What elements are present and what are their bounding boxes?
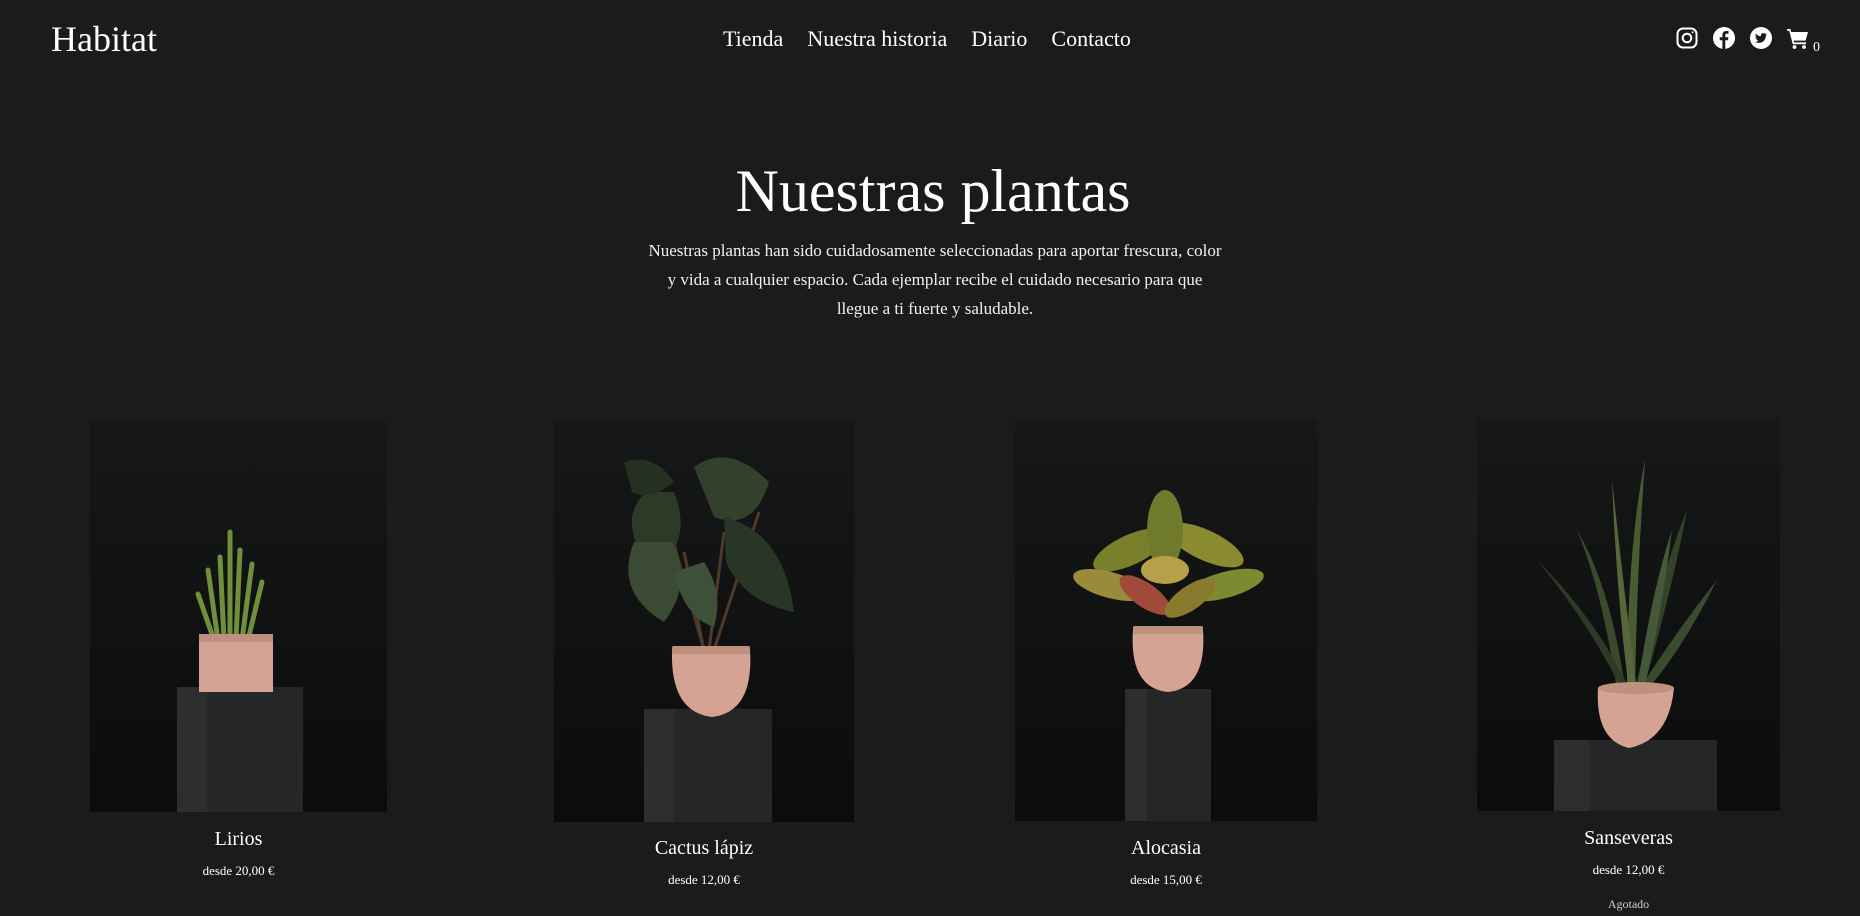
product-price: desde 12,00 € — [1592, 862, 1665, 877]
product-name[interactable]: Lirios — [90, 827, 387, 851]
twitter-icon[interactable] — [1749, 26, 1773, 50]
product-price: desde 20,00 € — [202, 863, 275, 878]
product-image[interactable] — [554, 422, 854, 822]
sold-out-badge: Agotado — [1607, 897, 1650, 911]
product-card-alocasia[interactable]: Alocasia desde 15,00 € — [1015, 420, 1317, 890]
product-price: desde 15,00 € — [1130, 872, 1202, 887]
nav-item-contacto[interactable]: Contacto — [1051, 24, 1130, 54]
product-card-lirios[interactable]: Lirios desde 20,00 € — [90, 422, 387, 882]
nav-item-tienda[interactable]: Tienda — [723, 24, 783, 54]
product-card-cactus-lapiz[interactable]: Cactus lápiz desde 12,00 € — [554, 422, 854, 892]
product-name[interactable]: Cactus lápiz — [554, 836, 854, 860]
product-card-sanseveras[interactable]: Sanseveras desde 12,00 € Agotado — [1477, 420, 1780, 916]
main-nav: Tienda Nuestra historia Diario Contacto — [723, 24, 1131, 54]
cart-icon — [1786, 26, 1810, 50]
page-description: Nuestras plantas han sido cuidadosamente… — [648, 241, 1222, 318]
page-title: Nuestras plantas — [735, 158, 1131, 224]
product-image[interactable] — [1015, 420, 1317, 821]
product-price: desde 12,00 € — [668, 872, 740, 887]
cart-count: 0 — [1813, 40, 1820, 55]
instagram-icon[interactable] — [1675, 26, 1699, 50]
header-icons: 0 — [1675, 26, 1820, 55]
facebook-icon[interactable] — [1712, 26, 1736, 50]
nav-item-nuestra-historia[interactable]: Nuestra historia — [807, 24, 947, 54]
cart-button[interactable]: 0 — [1786, 26, 1820, 55]
page: Habitat Tienda Nuestra historia Diario C… — [0, 0, 1860, 916]
product-image[interactable] — [1477, 420, 1780, 811]
nav-item-diario[interactable]: Diario — [971, 24, 1027, 54]
product-name[interactable]: Sanseveras — [1477, 826, 1780, 850]
site-logo[interactable]: Habitat — [51, 16, 157, 62]
product-image[interactable] — [90, 422, 387, 812]
product-name[interactable]: Alocasia — [1015, 836, 1317, 860]
